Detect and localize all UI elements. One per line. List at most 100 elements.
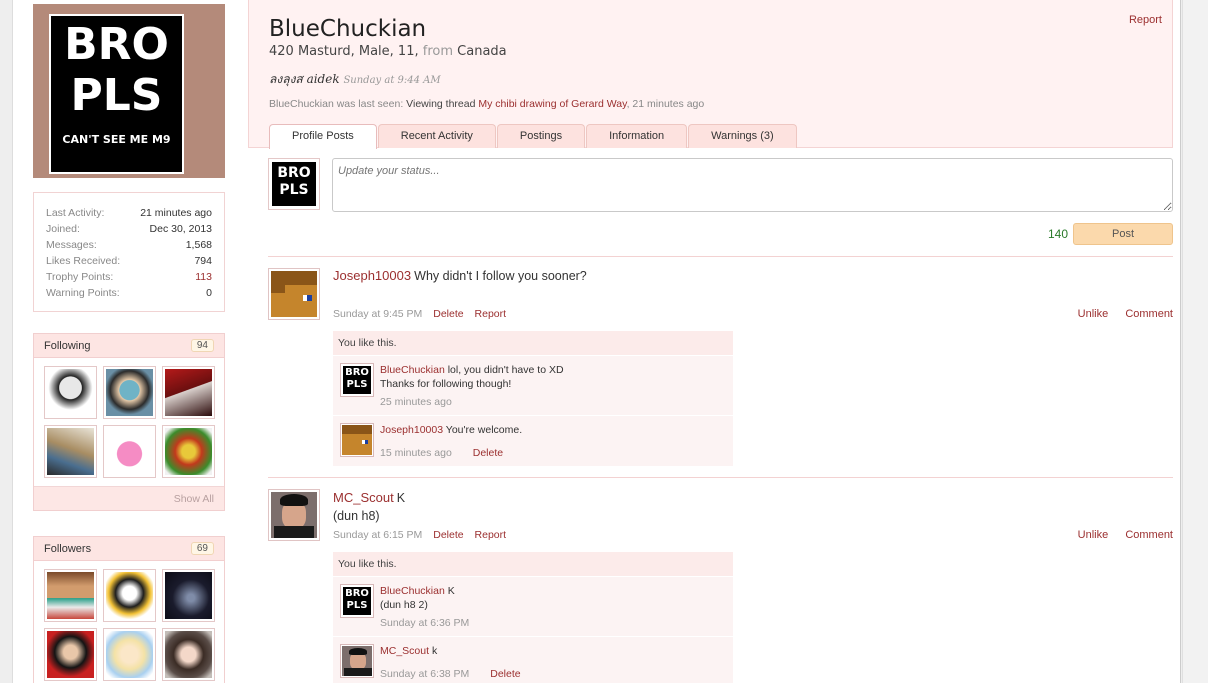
stat-trophy-points: Trophy Points: 113 [46,271,212,283]
comment-author-avatar[interactable]: BRO PLS [340,584,374,618]
tab-information[interactable]: Information [586,124,688,148]
following-avatar[interactable] [44,425,97,478]
follower-avatar[interactable] [44,569,97,622]
follower-avatar[interactable] [44,628,97,681]
post-author-link[interactable]: MC_Scout [333,490,394,505]
comment-meta: Sunday at 6:38 PM Delete [333,668,733,680]
tab-warnings[interactable]: Warnings (3) [688,124,797,148]
show-all-following-link[interactable]: Show All [34,486,224,510]
status-message: ลงลุงส aidek Sunday at 9:44 AM [269,70,441,89]
post-content: MC_Scout K (dun h8) [333,489,405,526]
blurb-from: from [422,44,454,59]
profile-post: MC_Scout K (dun h8) Sunday at 6:15 PM De… [268,489,1173,683]
report-post-link[interactable]: Report [475,529,507,541]
follower-avatar[interactable] [103,628,156,681]
following-box: Following 94 Show All [33,333,225,511]
own-avatar-image: BRO PLS [271,161,317,207]
delete-comment-link[interactable]: Delete [473,447,503,459]
comment-author-link[interactable]: Joseph10003 [380,424,443,436]
comment-item: BRO PLS BlueChuckian K (dun h8 2) Sunday… [333,576,733,636]
comment-text: lol, you didn't have to XD [447,364,564,376]
following-title: Following [44,339,91,352]
follower-avatar[interactable] [162,569,215,622]
comment-item: Joseph10003 You're welcome. 15 minutes a… [333,415,733,466]
comment-time: Sunday at 6:36 PM [380,617,470,629]
likes-summary: You like this. [333,552,733,576]
following-avatar[interactable] [103,425,156,478]
delete-post-link[interactable]: Delete [433,308,463,320]
comment-meta: Sunday at 6:36 PM [333,617,733,629]
following-grid [34,358,224,486]
last-seen-thread-link[interactable]: My chibi drawing of Gerard Way [478,98,626,110]
last-seen: BlueChuckian was last seen: Viewing thre… [269,98,705,110]
comment-time: 25 minutes ago [380,396,452,408]
status-text: ลงลุงส aidek [269,72,340,86]
comment-time: Sunday at 6:38 PM [380,668,470,680]
post-time: Sunday at 9:45 PM [333,308,423,320]
comment-text-line2: Thanks for following though! [380,378,512,390]
post-author-avatar[interactable] [268,268,320,320]
stat-last-activity: Last Activity: 21 minutes ago [46,207,212,219]
comment-body: BlueChuckian lol, you didn't have to XD … [333,356,733,391]
following-avatar[interactable] [162,425,215,478]
window-edge [1182,0,1208,683]
followers-grid [34,561,224,683]
comment-author-link[interactable]: MC_Scout [380,645,429,657]
comment-link[interactable]: Comment [1125,308,1173,320]
post-author-link[interactable]: Joseph10003 [333,268,411,283]
comment-author-link[interactable]: BlueChuckian [380,364,445,376]
status-time: Sunday at 9:44 AM [343,75,441,86]
stat-joined: Joined: Dec 30, 2013 [46,223,212,235]
followers-title: Followers [44,542,92,555]
delete-comment-link[interactable]: Delete [490,668,520,680]
following-header: Following 94 [34,334,224,358]
stat-warning-points: Warning Points: 0 [46,287,212,299]
unlike-link[interactable]: Unlike [1078,529,1109,541]
post-author-avatar[interactable] [268,489,320,541]
comment-item: MC_Scout k Sunday at 6:38 PM Delete [333,636,733,683]
post-text: K [396,491,406,505]
post-meta: Sunday at 9:45 PM Delete Report [333,308,506,320]
comment-meta: 15 minutes ago Delete [333,447,733,459]
location-link[interactable]: Canada [457,44,506,59]
following-avatar[interactable] [162,366,215,419]
comment-text: k [431,645,438,657]
divider [268,256,1173,257]
own-avatar[interactable]: BRO PLS [268,158,320,210]
comment-author-avatar[interactable] [340,644,374,678]
profile-stats: Last Activity: 21 minutes ago Joined: Dec … [33,192,225,312]
following-avatar[interactable] [103,366,156,419]
comment-text: K [447,585,455,597]
profile-blurb: 420 Masturd, Male, 11, from Canada [269,44,507,59]
profile-tabs: Profile Posts Recent Activity Postings I… [269,124,798,149]
avatar-text-line2: PLS [70,70,163,121]
comment-body: Joseph10003 You're welcome. [333,416,733,437]
profile-avatar[interactable]: BRO PLS CAN'T SEE ME M9 [33,4,225,178]
following-avatar[interactable] [44,366,97,419]
comment-author-avatar[interactable]: BRO PLS [340,363,374,397]
post-content: Joseph10003 Why didn't I follow you soon… [333,268,587,283]
comment-list: You like this. BRO PLS BlueChuckian lol,… [333,331,733,466]
status-update-input[interactable] [332,158,1173,212]
comment-text: You're welcome. [445,424,523,436]
char-counter: 140 [1048,227,1069,241]
report-post-link[interactable]: Report [475,308,507,320]
tab-profile-posts[interactable]: Profile Posts [269,124,377,149]
comment-author-avatar[interactable] [340,423,374,457]
comment-list: You like this. BRO PLS BlueChuckian K (d… [333,552,733,683]
comment-author-link[interactable]: BlueChuckian [380,585,445,597]
report-profile-link[interactable]: Report [1129,14,1162,26]
unlike-link[interactable]: Unlike [1078,308,1109,320]
post-actions: Unlike Comment [1064,308,1173,320]
comment-time: 15 minutes ago [380,447,452,459]
follower-avatar[interactable] [162,628,215,681]
post-button[interactable]: Post [1073,223,1173,245]
delete-post-link[interactable]: Delete [433,529,463,541]
tab-postings[interactable]: Postings [496,124,586,148]
comment-link[interactable]: Comment [1125,529,1173,541]
post-meta: Sunday at 6:15 PM Delete Report [333,529,506,541]
comment-text-line2: (dun h8 2) [380,599,428,611]
follower-avatar[interactable] [103,569,156,622]
tab-recent-activity[interactable]: Recent Activity [377,124,496,148]
followers-box: Followers 69 [33,536,225,683]
